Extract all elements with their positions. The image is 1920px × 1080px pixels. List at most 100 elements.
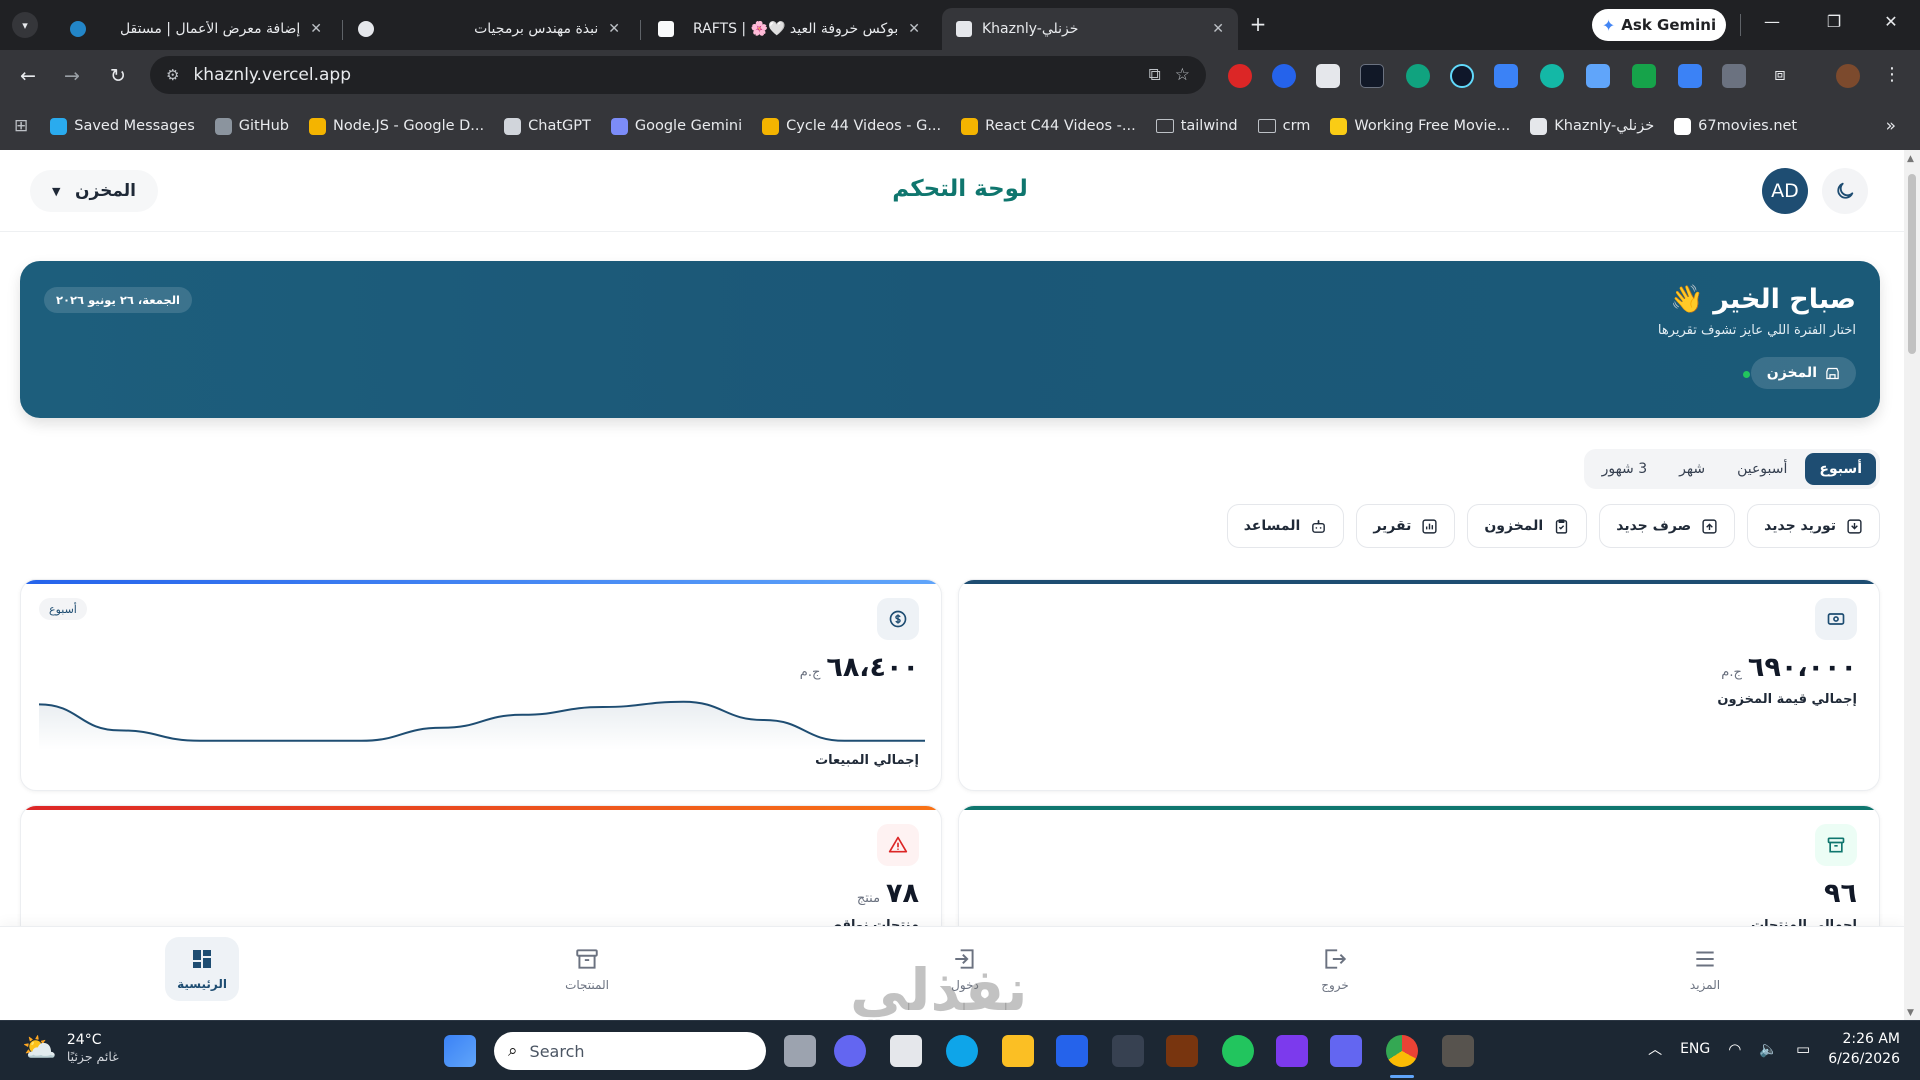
assistant-button[interactable]: المساعد	[1226, 504, 1345, 548]
wifi-icon[interactable]: ◠	[1728, 1040, 1741, 1058]
extension-react-icon[interactable]	[1450, 64, 1474, 88]
game-icon[interactable]	[1166, 1035, 1198, 1067]
reload-icon[interactable]: ↻	[106, 64, 130, 88]
bookmark-item[interactable]: GitHub	[214, 117, 289, 135]
bookmark-star-icon[interactable]: ☆	[1175, 65, 1190, 85]
nav-home[interactable]: الرئيسية	[165, 937, 239, 1001]
bookmark-item[interactable]: Node.JS - Google D...	[309, 117, 484, 135]
battery-icon[interactable]: ▭	[1796, 1040, 1810, 1058]
teams-icon[interactable]	[1330, 1035, 1362, 1067]
url-text[interactable]: khaznly.vercel.app	[193, 65, 1134, 85]
chatgpt-favicon	[358, 21, 374, 37]
volume-icon[interactable]: 🔈	[1759, 1040, 1778, 1058]
inventory-button[interactable]: المخزون	[1467, 504, 1588, 548]
nav-products[interactable]: المنتجات	[550, 937, 624, 1001]
store-chip[interactable]: المخزن	[1750, 357, 1856, 389]
back-icon[interactable]: ←	[16, 64, 40, 88]
bookmark-item[interactable]: Google Gemini	[610, 117, 742, 135]
bookmark-item[interactable]: ChatGPT	[504, 117, 591, 135]
extension-shield-icon[interactable]	[1632, 64, 1656, 88]
scrollbar-thumb[interactable]	[1908, 174, 1916, 354]
file-explorer-icon[interactable]	[1002, 1035, 1034, 1067]
extension-docs-icon[interactable]	[1586, 64, 1610, 88]
nav-stock-in[interactable]: دخول	[928, 937, 1002, 1001]
visual-studio-icon[interactable]	[1276, 1035, 1308, 1067]
tab-engineer-bio[interactable]: نبذة مهندس برمجيات ✕	[344, 8, 634, 50]
avatar[interactable]: AD	[1762, 168, 1808, 214]
tab-search-button[interactable]: ▾	[12, 12, 38, 38]
start-windows-icon[interactable]	[444, 1035, 476, 1067]
bookmark-item[interactable]: crm	[1257, 118, 1310, 134]
scroll-up-icon[interactable]: ▲	[1907, 154, 1914, 164]
game-icon[interactable]	[1442, 1035, 1474, 1067]
clock[interactable]: 2:26 AM 6/26/2026	[1828, 1029, 1900, 1069]
nav-more[interactable]: المزيد	[1668, 937, 1742, 1001]
page-scrollbar[interactable]: ▲ ▼	[1904, 150, 1920, 1020]
shortage-products-value: ٧٨ منتج	[857, 878, 919, 909]
apps-grid-icon[interactable]: ⊞	[14, 116, 28, 136]
task-view-icon[interactable]	[784, 1035, 816, 1067]
close-window-icon[interactable]: ✕	[1877, 12, 1905, 36]
tab-week[interactable]: أسبوع	[1805, 453, 1876, 485]
tab-three-months[interactable]: 3 شهور	[1588, 453, 1662, 485]
minimize-icon[interactable]: —	[1758, 12, 1786, 36]
extension-translate-icon[interactable]	[1678, 64, 1702, 88]
address-bar[interactable]: ⚙ khaznly.vercel.app ⧉ ☆	[150, 56, 1206, 94]
extension-icon[interactable]	[1722, 64, 1746, 88]
ask-gemini-button[interactable]: ✦ Ask Gemini	[1592, 9, 1726, 41]
extensions-puzzle-icon[interactable]: ⧈	[1768, 64, 1792, 88]
extension-chatgpt-icon[interactable]	[1406, 64, 1430, 88]
edge-icon[interactable]	[946, 1035, 978, 1067]
logout-icon	[1325, 949, 1347, 969]
site-info-icon[interactable]: ⚙	[166, 66, 179, 84]
tab-mostaql[interactable]: إضافة معرض الأعمال | مستقل ✕	[56, 8, 336, 50]
more-menu-icon[interactable]: ⋮	[1880, 64, 1904, 88]
extension-fi-icon[interactable]	[1494, 64, 1518, 88]
vscode-icon[interactable]	[1056, 1035, 1088, 1067]
scroll-down-icon[interactable]: ▼	[1907, 1008, 1914, 1018]
new-dispatch-button[interactable]: صرف جديد	[1599, 504, 1736, 548]
store-select[interactable]: المخزن ▼	[30, 170, 158, 212]
forward-icon[interactable]: →	[60, 64, 84, 88]
report-button[interactable]: تقرير	[1356, 504, 1456, 548]
chrome-icon[interactable]	[1386, 1035, 1418, 1067]
theme-toggle-button[interactable]	[1822, 168, 1868, 214]
gta-icon[interactable]	[1112, 1035, 1144, 1067]
teams-meet-icon[interactable]	[834, 1035, 866, 1067]
card-icon-box	[1815, 824, 1857, 866]
whatsapp-icon[interactable]	[1222, 1035, 1254, 1067]
new-supply-button[interactable]: توريد جديد	[1747, 504, 1880, 548]
chevron-up-icon[interactable]: ︿	[1648, 1039, 1662, 1059]
extension-t-icon[interactable]	[1316, 64, 1340, 88]
translate-icon[interactable]: ⧉	[1149, 65, 1161, 85]
bookmark-item[interactable]: Saved Messages	[50, 117, 195, 135]
maximize-icon[interactable]: ❐	[1820, 12, 1848, 36]
bookmark-item[interactable]: 67movies.net	[1674, 117, 1797, 135]
close-icon[interactable]: ✕	[1212, 21, 1224, 37]
extension-adblock-icon[interactable]	[1228, 64, 1252, 88]
weather-widget[interactable]: ⛅ 24°C غائم جزئيًا	[22, 1031, 119, 1064]
more-bookmarks-icon[interactable]: »	[1886, 116, 1896, 136]
extension-icon[interactable]	[1540, 64, 1564, 88]
tab-rafts[interactable]: بوكس خروفة العيد 🤍🌸 | RAFTS ✕	[644, 8, 934, 50]
close-icon[interactable]: ✕	[608, 21, 620, 37]
new-tab-button[interactable]: +	[1246, 12, 1270, 36]
tab-month[interactable]: شهر	[1665, 453, 1719, 485]
bookmark-item[interactable]: React C44 Videos -...	[961, 117, 1136, 135]
language-indicator[interactable]: ENG	[1680, 1041, 1710, 1057]
profile-avatar[interactable]	[1836, 64, 1860, 88]
close-icon[interactable]: ✕	[908, 21, 920, 37]
bookmark-item[interactable]: Working Free Movie...	[1330, 117, 1510, 135]
taskbar-search[interactable]: ⌕ Search	[494, 1032, 766, 1070]
bookmark-item[interactable]: Cycle 44 Videos - G...	[762, 117, 941, 135]
bookmark-item[interactable]: tailwind	[1155, 118, 1238, 134]
tab-two-weeks[interactable]: أسبوعين	[1723, 453, 1801, 485]
extension-pen-icon[interactable]	[1360, 64, 1384, 88]
bookmark-item[interactable]: Khaznly-خزنلي	[1530, 117, 1654, 135]
close-icon[interactable]: ✕	[310, 21, 322, 37]
microsoft-store-icon[interactable]	[890, 1035, 922, 1067]
extension-icon[interactable]	[1272, 64, 1296, 88]
bookmark-label: tailwind	[1180, 118, 1238, 134]
nav-stock-out[interactable]: خروج	[1298, 937, 1372, 1001]
tab-khaznly[interactable]: Khaznly-خزنلي ✕	[942, 8, 1238, 50]
